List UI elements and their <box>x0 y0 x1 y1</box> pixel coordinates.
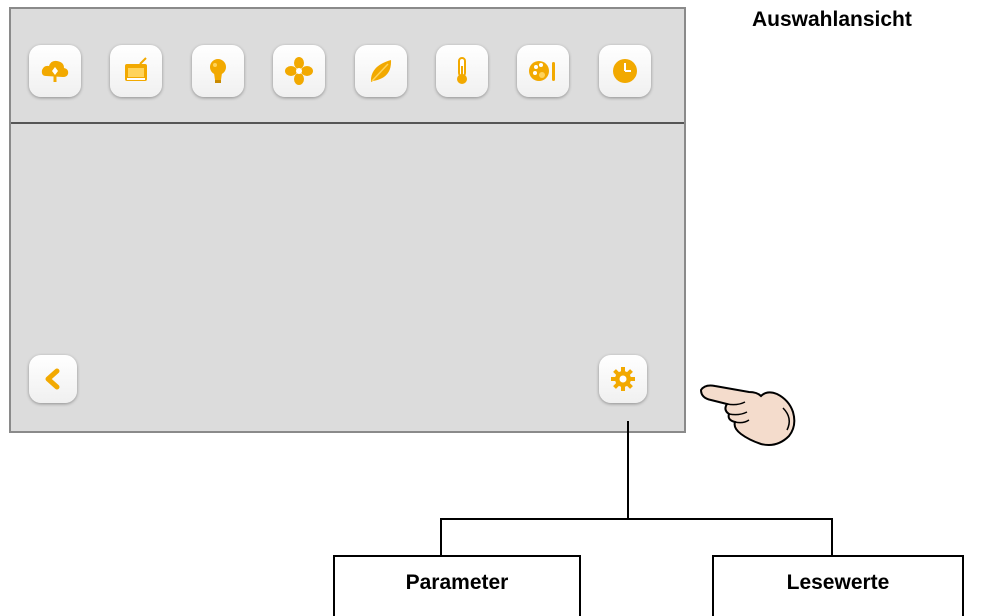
fan-icon[interactable] <box>273 45 325 97</box>
connector-right-drop <box>831 518 833 556</box>
panel-divider <box>11 122 684 124</box>
back-button[interactable] <box>29 355 77 403</box>
pointing-hand-icon <box>699 384 796 446</box>
connector-horizontal <box>440 518 832 520</box>
leaf-icon[interactable] <box>355 45 407 97</box>
palette-icon[interactable] <box>517 45 569 97</box>
cloud-icon[interactable] <box>29 45 81 97</box>
lesewerte-label: Lesewerte <box>786 571 890 594</box>
connector-vertical-main <box>627 421 629 519</box>
gear-icon <box>611 367 635 391</box>
lightbulb-icon[interactable] <box>192 45 244 97</box>
page-title: Auswahlansicht <box>752 8 912 31</box>
display-icon[interactable] <box>110 45 162 97</box>
clock-icon[interactable] <box>599 45 651 97</box>
connector-left-drop <box>440 518 442 556</box>
settings-button[interactable] <box>599 355 647 403</box>
parameter-box[interactable]: Parameter <box>333 555 581 616</box>
parameter-label: Parameter <box>405 571 509 594</box>
device-screen-panel <box>9 7 686 433</box>
lesewerte-box[interactable]: Lesewerte <box>712 555 964 616</box>
chevron-left-icon <box>45 368 60 390</box>
thermometer-icon[interactable] <box>436 45 488 97</box>
